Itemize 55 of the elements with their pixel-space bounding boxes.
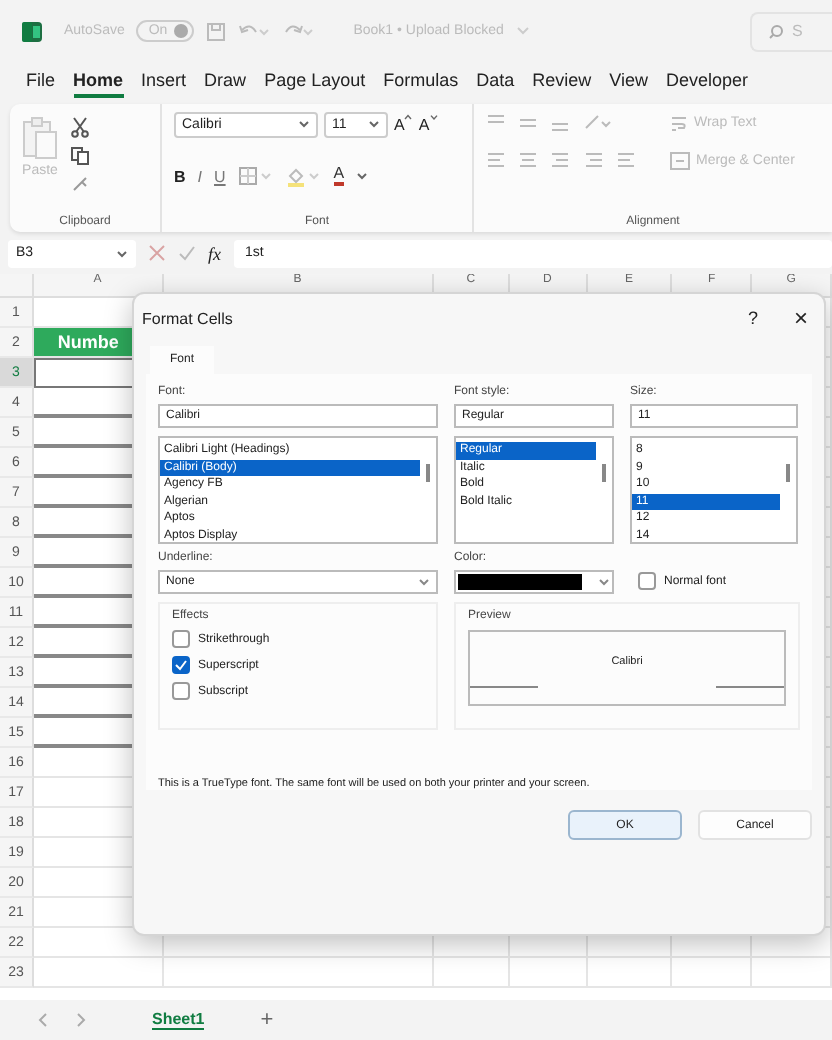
check-icon[interactable] — [178, 244, 196, 262]
menu-tab[interactable]: File — [26, 69, 56, 98]
bold-button[interactable]: B — [174, 167, 186, 186]
caret-icon — [298, 120, 310, 129]
fill-color-icon[interactable] — [285, 165, 322, 188]
menu-tab[interactable]: View — [609, 69, 649, 98]
dialog-title: Format Cells — [142, 309, 233, 328]
caret-icon — [356, 172, 369, 181]
merge-icon — [670, 151, 690, 170]
menu-tab[interactable]: Review — [532, 69, 592, 98]
borders-icon[interactable] — [237, 166, 274, 187]
wrap-text-icon — [670, 113, 688, 132]
brush-icon[interactable] — [70, 173, 90, 194]
menu-tab[interactable]: Data — [476, 69, 515, 98]
caret-up-icon — [404, 113, 413, 120]
app-logo-icon — [20, 19, 44, 44]
color-dropdown[interactable] — [454, 570, 614, 595]
menu-tab[interactable]: Page Layout — [264, 69, 366, 98]
italic-button[interactable]: I — [197, 167, 203, 186]
next-sheet-icon[interactable] — [76, 1012, 88, 1029]
menu-tab[interactable]: Developer — [666, 69, 749, 98]
menu-tab[interactable]: Insert — [141, 69, 187, 98]
search-icon — [768, 23, 784, 40]
decrease-font-button[interactable]: A — [418, 115, 430, 134]
caret-icon — [598, 578, 610, 587]
sheet-tab[interactable]: Sheet1 — [152, 1010, 205, 1031]
underline-button[interactable]: U — [214, 167, 226, 186]
font-color-button[interactable]: A — [333, 166, 345, 187]
select-all-corner[interactable] — [0, 274, 34, 299]
add-sheet-button[interactable]: + — [260, 1008, 274, 1033]
table-cell — [433, 958, 510, 989]
table-cell — [509, 958, 588, 989]
menu-tab[interactable]: Formulas — [383, 69, 459, 98]
previous-sheet-icon[interactable] — [36, 1012, 48, 1029]
increase-font-button[interactable]: A — [394, 115, 405, 134]
caret-down-icon — [429, 113, 438, 120]
help-button[interactable]: ? — [747, 308, 758, 329]
caret-icon — [418, 578, 430, 587]
save-icon[interactable] — [205, 21, 226, 42]
checkmark-icon — [174, 658, 188, 673]
chevron-down-icon — [515, 26, 530, 37]
scissors-icon[interactable] — [70, 115, 90, 138]
insert-function-button[interactable]: fx — [208, 243, 221, 263]
cancel-icon[interactable] — [148, 244, 166, 262]
table-cell — [33, 958, 164, 989]
close-button[interactable]: × — [793, 304, 808, 333]
clipboard-icon[interactable] — [22, 115, 58, 160]
caret-icon — [116, 249, 128, 257]
table-cell — [672, 958, 753, 989]
menu-tab[interactable]: Draw — [204, 69, 247, 98]
caret-icon — [368, 120, 380, 129]
table-cell — [587, 958, 673, 989]
copy-icon[interactable] — [70, 145, 90, 166]
menu-tab[interactable]: Home — [73, 69, 124, 98]
table-cell — [752, 958, 832, 989]
